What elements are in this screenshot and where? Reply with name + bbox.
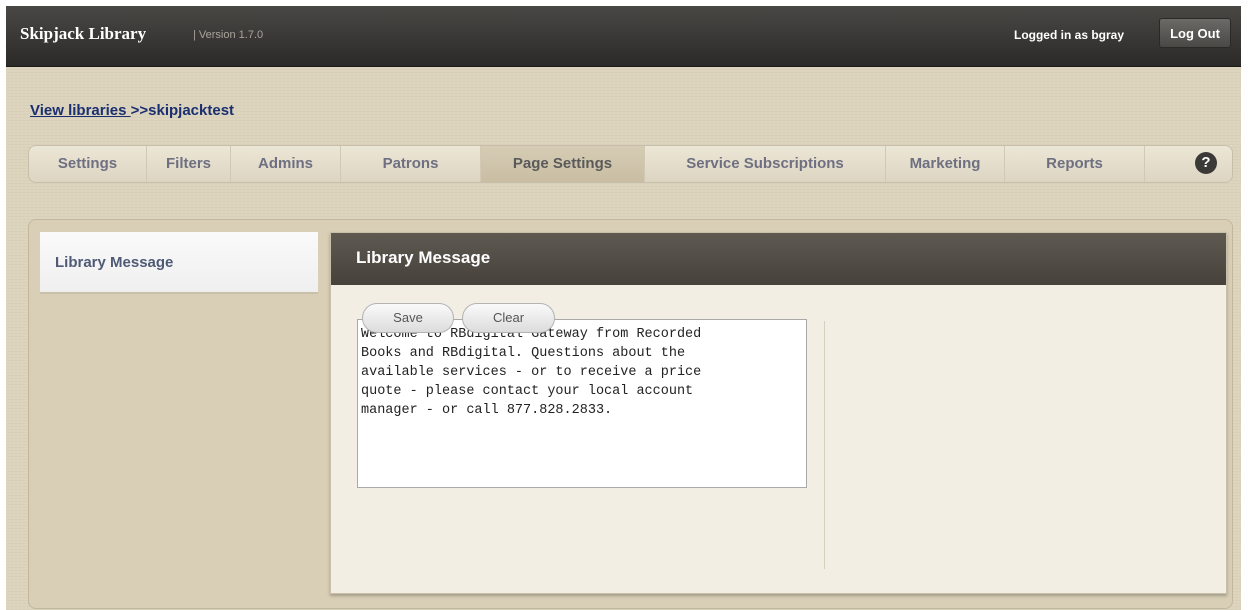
clear-button[interactable]: Clear bbox=[462, 303, 555, 333]
panel-header: Library Message bbox=[331, 233, 1226, 285]
library-message-textarea[interactable]: Welcome to RBdigital Gateway from Record… bbox=[357, 319, 807, 488]
tab-settings[interactable]: Settings bbox=[29, 146, 147, 182]
log-out-button[interactable]: Log Out bbox=[1159, 18, 1231, 48]
tab-service-subscriptions[interactable]: Service Subscriptions bbox=[645, 146, 886, 182]
tab-page-settings[interactable]: Page Settings bbox=[481, 146, 645, 182]
help-icon[interactable]: ? bbox=[1195, 152, 1217, 174]
tab-bar: Settings Filters Admins Patrons Page Set… bbox=[28, 145, 1233, 183]
panel-title: Library Message bbox=[356, 248, 491, 267]
app-title: Skipjack Library bbox=[20, 24, 147, 43]
view-libraries-link[interactable]: View libraries bbox=[30, 102, 131, 119]
tab-reports[interactable]: Reports bbox=[1005, 146, 1145, 182]
breadcrumb: View libraries >>skipjacktest bbox=[30, 102, 234, 119]
app-window: Skipjack Library | Version 1.7.0 Logged … bbox=[6, 6, 1241, 610]
version-label: | Version 1.7.0 bbox=[193, 29, 264, 41]
tab-filters[interactable]: Filters bbox=[147, 146, 231, 182]
sidebar-item-library-message[interactable]: Library Message bbox=[40, 232, 318, 294]
logged-in-label: Logged in as bgray bbox=[1013, 28, 1124, 42]
column-divider bbox=[824, 321, 825, 569]
top-bar: Skipjack Library | Version 1.7.0 Logged … bbox=[6, 6, 1241, 67]
tab-admins[interactable]: Admins bbox=[231, 146, 341, 182]
library-message-panel: Library Message Welcome to RBdigital Gat… bbox=[330, 232, 1227, 594]
breadcrumb-current: >>skipjacktest bbox=[130, 102, 235, 119]
tab-patrons[interactable]: Patrons bbox=[341, 146, 481, 182]
tab-marketing[interactable]: Marketing bbox=[886, 146, 1005, 182]
save-button[interactable]: Save bbox=[362, 303, 454, 333]
